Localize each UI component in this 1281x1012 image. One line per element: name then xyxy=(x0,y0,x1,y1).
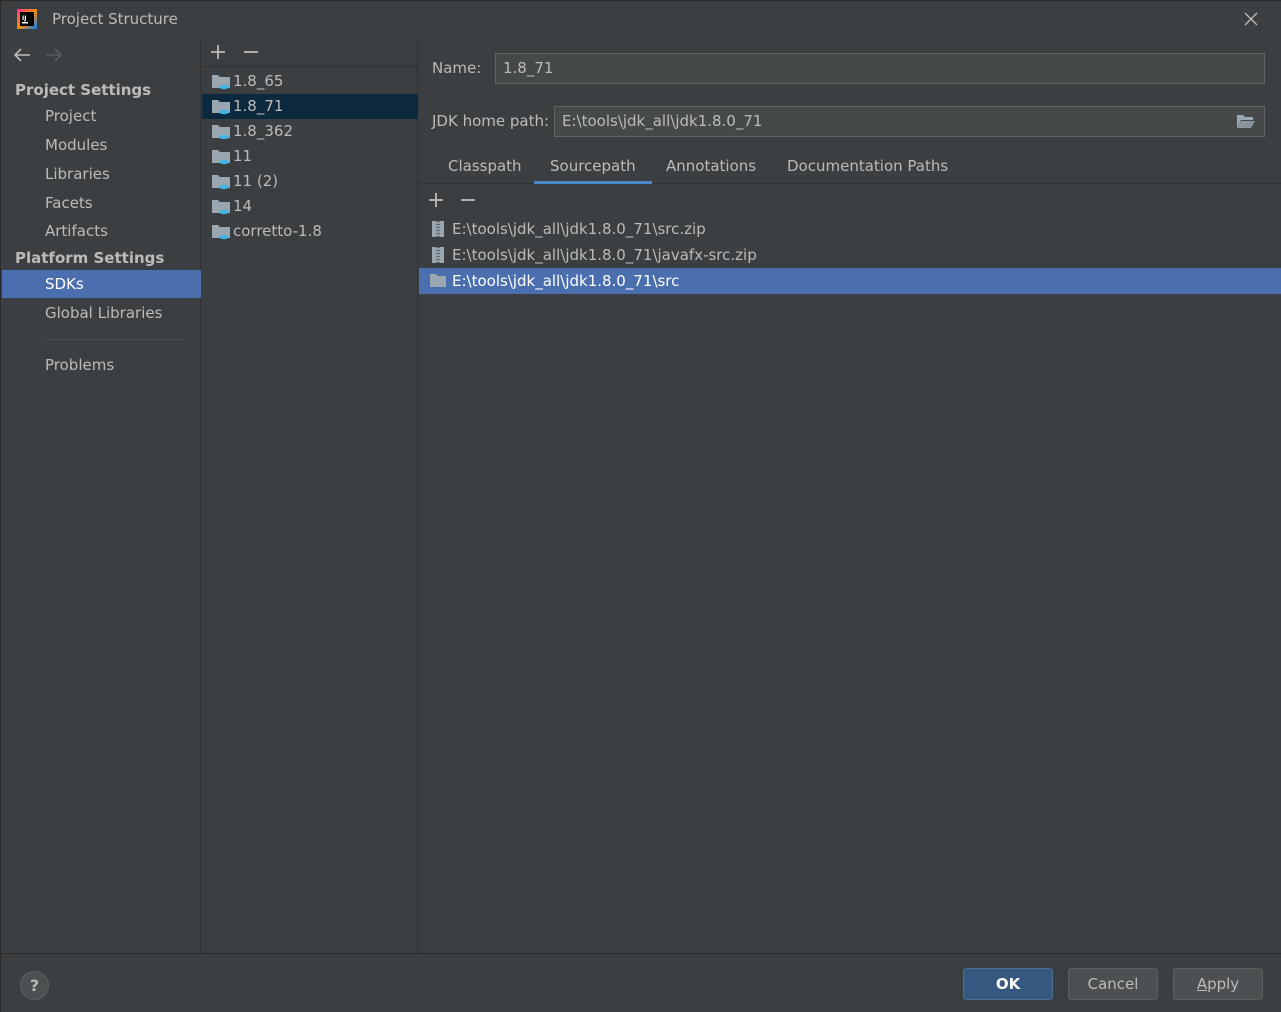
sdk-list-item[interactable]: 1.8_65 xyxy=(202,69,418,94)
sdk-name: 11 (2) xyxy=(233,172,279,190)
sidebar-item-global-libraries[interactable]: Global Libraries xyxy=(2,299,201,327)
sourcepath-item[interactable]: E:\tools\jdk_all\jdk1.8.0_71\src.zip xyxy=(419,216,1281,242)
sdk-list-panel: 1.8_65 1.8_71 1.8_362 11 11 (2) 14 corre… xyxy=(202,37,418,953)
sdk-folder-icon xyxy=(212,175,230,190)
dialog-footer: ? OK Cancel Apply xyxy=(1,953,1281,1012)
sdk-folder-icon xyxy=(212,75,230,90)
sdk-list-item[interactable]: 1.8_71 xyxy=(202,94,418,119)
forward-arrow-icon[interactable] xyxy=(44,46,64,64)
add-path-icon[interactable] xyxy=(427,191,445,209)
sdk-tabs: Classpath Sourcepath Annotations Documen… xyxy=(419,147,1281,184)
sidebar-divider xyxy=(45,339,185,340)
sidebar-item-libraries[interactable]: Libraries xyxy=(2,160,201,188)
browse-folder-icon[interactable] xyxy=(1236,113,1256,130)
sdk-list-item[interactable]: 1.8_362 xyxy=(202,119,418,144)
settings-sidebar: Project Settings Project Modules Librari… xyxy=(2,37,201,953)
sdk-name: 1.8_71 xyxy=(233,97,284,115)
sidebar-item-facets[interactable]: Facets xyxy=(2,189,201,217)
help-button[interactable]: ? xyxy=(20,971,49,1000)
sdk-folder-icon xyxy=(212,150,230,165)
add-sdk-icon[interactable] xyxy=(209,43,227,61)
tab-sourcepath[interactable]: Sourcepath xyxy=(534,147,652,184)
nav-arrows xyxy=(2,37,201,73)
back-arrow-icon[interactable] xyxy=(12,46,32,64)
close-icon[interactable] xyxy=(1241,9,1261,29)
jdk-home-path-label: JDK home path: xyxy=(432,112,550,130)
sdk-name: corretto-1.8 xyxy=(233,222,322,240)
project-settings-header: Project Settings xyxy=(15,81,152,99)
apply-button[interactable]: Apply xyxy=(1173,968,1263,1000)
remove-path-icon[interactable] xyxy=(459,191,477,209)
name-field[interactable]: 1.8_71 xyxy=(495,53,1265,84)
sidebar-item-problems[interactable]: Problems xyxy=(2,351,201,379)
sdk-list-item[interactable]: 11 xyxy=(202,144,418,169)
sidebar-item-artifacts[interactable]: Artifacts xyxy=(2,217,201,245)
tab-documentation-paths[interactable]: Documentation Paths xyxy=(771,147,964,184)
cancel-button[interactable]: Cancel xyxy=(1068,968,1158,1000)
zip-archive-icon xyxy=(432,247,444,263)
sdk-name: 1.8_65 xyxy=(233,72,284,90)
ok-button[interactable]: OK xyxy=(963,968,1053,1000)
sdk-folder-icon xyxy=(212,225,230,240)
sidebar-item-sdks[interactable]: SDKs xyxy=(2,270,201,298)
sdk-name: 1.8_362 xyxy=(233,122,293,140)
sdk-name: 14 xyxy=(233,197,253,215)
sourcepath-text: E:\tools\jdk_all\jdk1.8.0_71\javafx-src.… xyxy=(452,246,757,264)
jdk-home-path-field[interactable]: E:\tools\jdk_all\jdk1.8.0_71 xyxy=(554,106,1265,137)
tab-classpath[interactable]: Classpath xyxy=(432,147,538,184)
zip-archive-icon xyxy=(432,221,444,237)
sourcepath-item[interactable]: E:\tools\jdk_all\jdk1.8.0_71\javafx-src.… xyxy=(419,242,1281,268)
sdk-detail-panel: Name: 1.8_71 JDK home path: E:\tools\jdk… xyxy=(419,37,1281,953)
sdk-folder-icon xyxy=(212,125,230,140)
platform-settings-header: Platform Settings xyxy=(15,249,165,267)
sdk-list-item[interactable]: 14 xyxy=(202,194,418,219)
tab-annotations[interactable]: Annotations xyxy=(650,147,772,184)
sdk-list-item[interactable]: corretto-1.8 xyxy=(202,219,418,244)
window-title: Project Structure xyxy=(52,10,178,28)
sidebar-item-modules[interactable]: Modules xyxy=(2,131,201,159)
sourcepath-item[interactable]: E:\tools\jdk_all\jdk1.8.0_71\src xyxy=(419,268,1281,294)
project-structure-dialog: IJ Project Structure Project Settings Pr… xyxy=(0,0,1281,1012)
sdk-toolbar xyxy=(202,37,418,67)
name-label: Name: xyxy=(432,59,482,77)
sourcepath-text: E:\tools\jdk_all\jdk1.8.0_71\src.zip xyxy=(452,220,706,238)
sdk-folder-icon xyxy=(212,200,230,215)
folder-icon xyxy=(430,274,446,287)
sdk-name: 11 xyxy=(233,147,253,165)
sourcepath-text: E:\tools\jdk_all\jdk1.8.0_71\src xyxy=(452,272,680,290)
svg-text:IJ: IJ xyxy=(22,15,26,22)
jdk-home-path-value: E:\tools\jdk_all\jdk1.8.0_71 xyxy=(562,112,763,130)
title-bar: IJ Project Structure xyxy=(1,1,1281,37)
sidebar-item-project[interactable]: Project xyxy=(2,102,201,130)
remove-sdk-icon[interactable] xyxy=(242,43,260,61)
sourcepath-toolbar xyxy=(419,185,1281,215)
intellij-logo-icon: IJ xyxy=(17,9,37,29)
sdk-folder-icon xyxy=(212,100,230,115)
sdk-list-item[interactable]: 11 (2) xyxy=(202,169,418,194)
